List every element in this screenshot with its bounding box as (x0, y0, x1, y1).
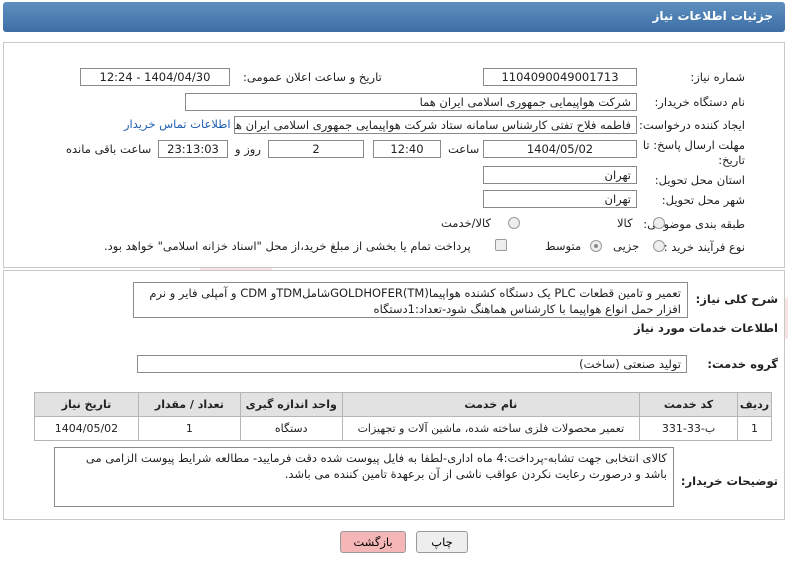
process-option-partial: جزیی (613, 239, 640, 253)
description-label: شرح کلی نیاز: (695, 292, 778, 306)
cell-name: تعمیر محصولات فلزی ساخته شده، ماشین آلات… (341, 416, 641, 441)
col-name: نام خدمت (341, 392, 641, 417)
creator-label: ایجاد کننده درخواست: (639, 118, 745, 132)
payment-note: پرداخت تمام یا بخشی از مبلغ خرید،از محل … (104, 239, 471, 253)
announce-field[interactable]: 1404/04/30 - 12:24 (80, 68, 230, 86)
process-radio-partial[interactable] (653, 240, 665, 252)
col-unit: واحد اندازه گیری (239, 392, 343, 417)
buyer-notes-field[interactable]: کالای انتخابی جهت تشابه-پرداخت:4 ماه ادا… (54, 447, 674, 507)
category-radio-goods-service[interactable] (508, 217, 520, 229)
days-field[interactable]: 2 (268, 140, 364, 158)
cell-row: 1 (737, 416, 772, 441)
back-button[interactable]: بازگشت (340, 531, 406, 553)
province-field[interactable]: تهران (483, 166, 637, 184)
cell-code: ب-33-331 (639, 416, 739, 441)
page: جزئیات اطلاعات نیاز AriaTender.neT شماره… (0, 0, 788, 566)
time-label: ساعت (448, 142, 480, 156)
deadline-date-field[interactable]: 1404/05/02 (483, 140, 637, 158)
col-row: ردیف (737, 392, 772, 417)
days-label: روز و (235, 142, 261, 156)
deadline-time-field[interactable]: 12:40 (373, 140, 441, 158)
page-title: جزئیات اطلاعات نیاز (652, 9, 773, 23)
buyer-org-field[interactable]: شرکت هواپیمایی جمهوری اسلامی ایران هما (185, 93, 637, 111)
category-option-goods-service: کالا/خدمت (441, 216, 492, 230)
buyer-notes-label: توضیحات خریدار: (680, 474, 778, 488)
table-header-row: ردیف کد خدمت نام خدمت واحد اندازه گیری ت… (34, 392, 772, 417)
process-radio-medium[interactable] (590, 240, 602, 252)
buyer-contact-link[interactable]: اطلاعات تماس خریدار (124, 117, 231, 131)
category-option-goods: کالا (617, 216, 633, 230)
need-number-field[interactable]: 1104090049001713 (483, 68, 637, 86)
description-field[interactable]: تعمیر و تامین قطعات PLC یک دستگاه کشنده … (133, 282, 688, 318)
buyer-org-label: نام دستگاه خریدار: (654, 95, 745, 109)
cell-qty: 1 (137, 416, 241, 441)
city-field[interactable]: تهران (483, 190, 637, 208)
creator-field[interactable]: فاطمه فلاح تفتی کارشناس سامانه ستاد شرکت… (234, 116, 637, 134)
services-table: ردیف کد خدمت نام خدمت واحد اندازه گیری ت… (34, 392, 772, 441)
print-button[interactable]: چاپ (416, 531, 468, 553)
service-group-label: گروه خدمت: (707, 357, 778, 371)
remaining-label: ساعت باقی مانده (66, 142, 152, 156)
col-code: کد خدمت (639, 392, 739, 417)
header-bar: جزئیات اطلاعات نیاز (3, 2, 785, 32)
remaining-time-field[interactable]: 23:13:03 (158, 140, 228, 158)
announce-label: تاریخ و ساعت اعلان عمومی: (243, 70, 382, 84)
process-label: نوع فرآیند خرید : (663, 240, 745, 254)
deadline-label: مهلت ارسال پاسخ: تا تاریخ: (642, 138, 745, 167)
category-radio-goods[interactable] (653, 217, 665, 229)
services-section-title: اطلاعات خدمات مورد نیاز (634, 321, 778, 335)
city-label: شهر محل تحویل: (661, 193, 745, 207)
table-row: 1 ب-33-331 تعمیر محصولات فلزی ساخته شده،… (34, 416, 772, 441)
cell-unit: دستگاه (239, 416, 343, 441)
cell-date: 1404/05/02 (34, 416, 139, 441)
service-group-field[interactable]: تولید صنعتی (ساخت) (137, 355, 687, 373)
payment-checkbox[interactable] (495, 239, 507, 251)
process-option-medium: متوسط (545, 239, 582, 253)
col-date: تاریخ نیاز (34, 392, 139, 417)
need-number-label: شماره نیاز: (690, 70, 745, 84)
province-label: استان محل تحویل: (654, 173, 745, 187)
col-qty: تعداد / مقدار (137, 392, 241, 417)
